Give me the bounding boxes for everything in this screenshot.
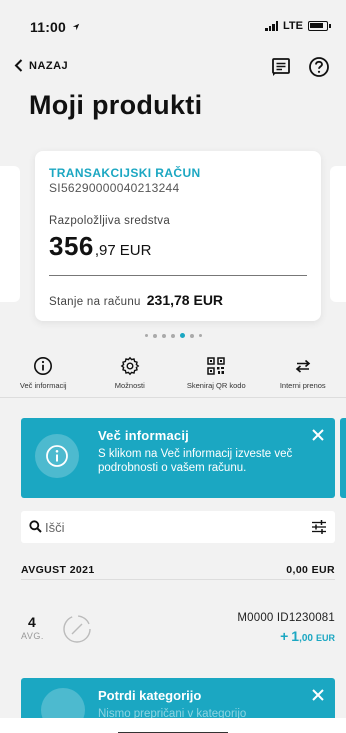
transfer-arrows-icon: [295, 359, 310, 373]
transaction-amount: + 1 ,00 EUR: [280, 628, 335, 644]
help-icon[interactable]: [308, 56, 330, 78]
transaction-row[interactable]: 4 AVG. M0000 ID1230081 + 1 ,00 EUR: [21, 608, 335, 648]
back-label: NAZAJ: [29, 59, 69, 72]
category-banner-icon-circle: [41, 688, 85, 718]
category-banner-title: Potrdi kategorijo: [98, 688, 202, 703]
search-input[interactable]: [45, 517, 295, 537]
available-funds-label: Razpoložljiva sredstva: [49, 215, 171, 227]
message-icon[interactable]: [270, 56, 292, 78]
search-bar: [21, 511, 335, 543]
status-time-text: 11:00: [30, 19, 67, 35]
filter-icon[interactable]: [311, 519, 327, 535]
chevron-left-icon: [14, 59, 23, 72]
action-options[interactable]: Možnosti: [87, 356, 174, 390]
action-scan-qr[interactable]: Skeniraj QR kodo: [173, 356, 260, 390]
info-banner-title: Več informacij: [98, 428, 189, 443]
nav-icons: [270, 56, 330, 78]
month-label: AVGUST 2021: [21, 564, 95, 576]
location-arrow-icon: [72, 23, 80, 31]
pager-dot: [198, 334, 202, 337]
category-banner-text: Nismo prepričani v kategorijo: [98, 708, 247, 718]
nav-bar: NAZAJ: [0, 52, 346, 86]
available-funds-decimal: ,97: [94, 242, 116, 259]
pager-dot: [161, 333, 166, 338]
info-banner-icon-circle: [35, 434, 79, 478]
transaction-day: 4: [28, 614, 36, 630]
account-iban: SI56290000040213244: [49, 181, 180, 195]
action-internal-transfer[interactable]: Interni prenos: [260, 356, 346, 390]
account-balance: Stanje na računu 231,78 EUR: [49, 292, 223, 308]
action-more-info[interactable]: Več informacij: [0, 356, 87, 390]
status-bar: 11:00 LTE: [0, 0, 346, 48]
back-button[interactable]: NAZAJ: [14, 59, 68, 72]
carrier-label: LTE: [283, 20, 303, 32]
card-divider: [49, 275, 307, 276]
transaction-month: AVG.: [21, 631, 44, 641]
pager-dot: [189, 333, 194, 338]
info-icon: [34, 357, 53, 375]
quick-actions: Več informacij Možnosti Skeniraj QR kodo…: [0, 356, 346, 390]
pager-dot: [144, 334, 148, 337]
category-banner[interactable]: Potrdi kategorijo Nismo prepričani v kat…: [21, 678, 335, 718]
transaction-amount-integer: 1: [291, 628, 300, 644]
close-icon[interactable]: [311, 688, 325, 702]
pager-dot: [152, 333, 157, 338]
action-label: Možnosti: [114, 381, 145, 390]
balance-label: Stanje na računu: [49, 296, 141, 308]
pager-dot-active: [179, 333, 185, 338]
search-icon: [29, 520, 42, 533]
available-funds-amount: 356 ,97 EUR: [49, 231, 151, 262]
balance-value: 231,78 EUR: [146, 292, 224, 308]
available-funds-integer: 356: [49, 231, 94, 261]
gear-icon: [120, 356, 140, 376]
action-label: Skeniraj QR kodo: [186, 381, 246, 390]
close-icon[interactable]: [311, 428, 325, 442]
next-banner-peek: [340, 418, 346, 498]
status-time: 11:00: [30, 19, 80, 35]
available-funds-currency: EUR: [119, 242, 152, 259]
qr-code-icon: [207, 357, 225, 375]
previous-account-card[interactable]: [0, 166, 20, 302]
info-banner[interactable]: Več informacij S klikom na Več informaci…: [21, 418, 335, 498]
transaction-amount-decimal: ,00: [299, 633, 313, 644]
transaction-currency: EUR: [315, 633, 335, 643]
next-account-card[interactable]: [330, 166, 346, 302]
month-divider: [21, 579, 335, 580]
month-total: 0,00 EUR: [286, 564, 335, 576]
account-type: TRANSAKCIJSKI RAČUN: [49, 166, 201, 180]
action-label: Interni prenos: [279, 381, 326, 390]
account-card[interactable]: TRANSAKCIJSKI RAČUN SI56290000040213244 …: [35, 151, 321, 321]
status-indicators: LTE: [265, 20, 331, 32]
battery-icon: [308, 21, 331, 31]
action-label: Več informacij: [19, 381, 67, 390]
pager-dot: [170, 333, 175, 338]
bottom-safe-area: [0, 718, 346, 733]
card-pager[interactable]: [0, 333, 346, 338]
page-title: Moji produkti: [29, 90, 203, 120]
signal-strength-icon: [265, 21, 279, 31]
uncategorized-icon[interactable]: [61, 613, 93, 645]
section-divider: [0, 397, 346, 398]
transaction-description: M0000 ID1230081: [237, 612, 335, 624]
month-group-header: AVGUST 2021 0,00 EUR: [21, 560, 335, 580]
info-banner-text: S klikom na Več informacij izveste več p…: [98, 448, 293, 474]
info-icon: [46, 445, 68, 467]
transaction-sign: +: [280, 628, 289, 644]
